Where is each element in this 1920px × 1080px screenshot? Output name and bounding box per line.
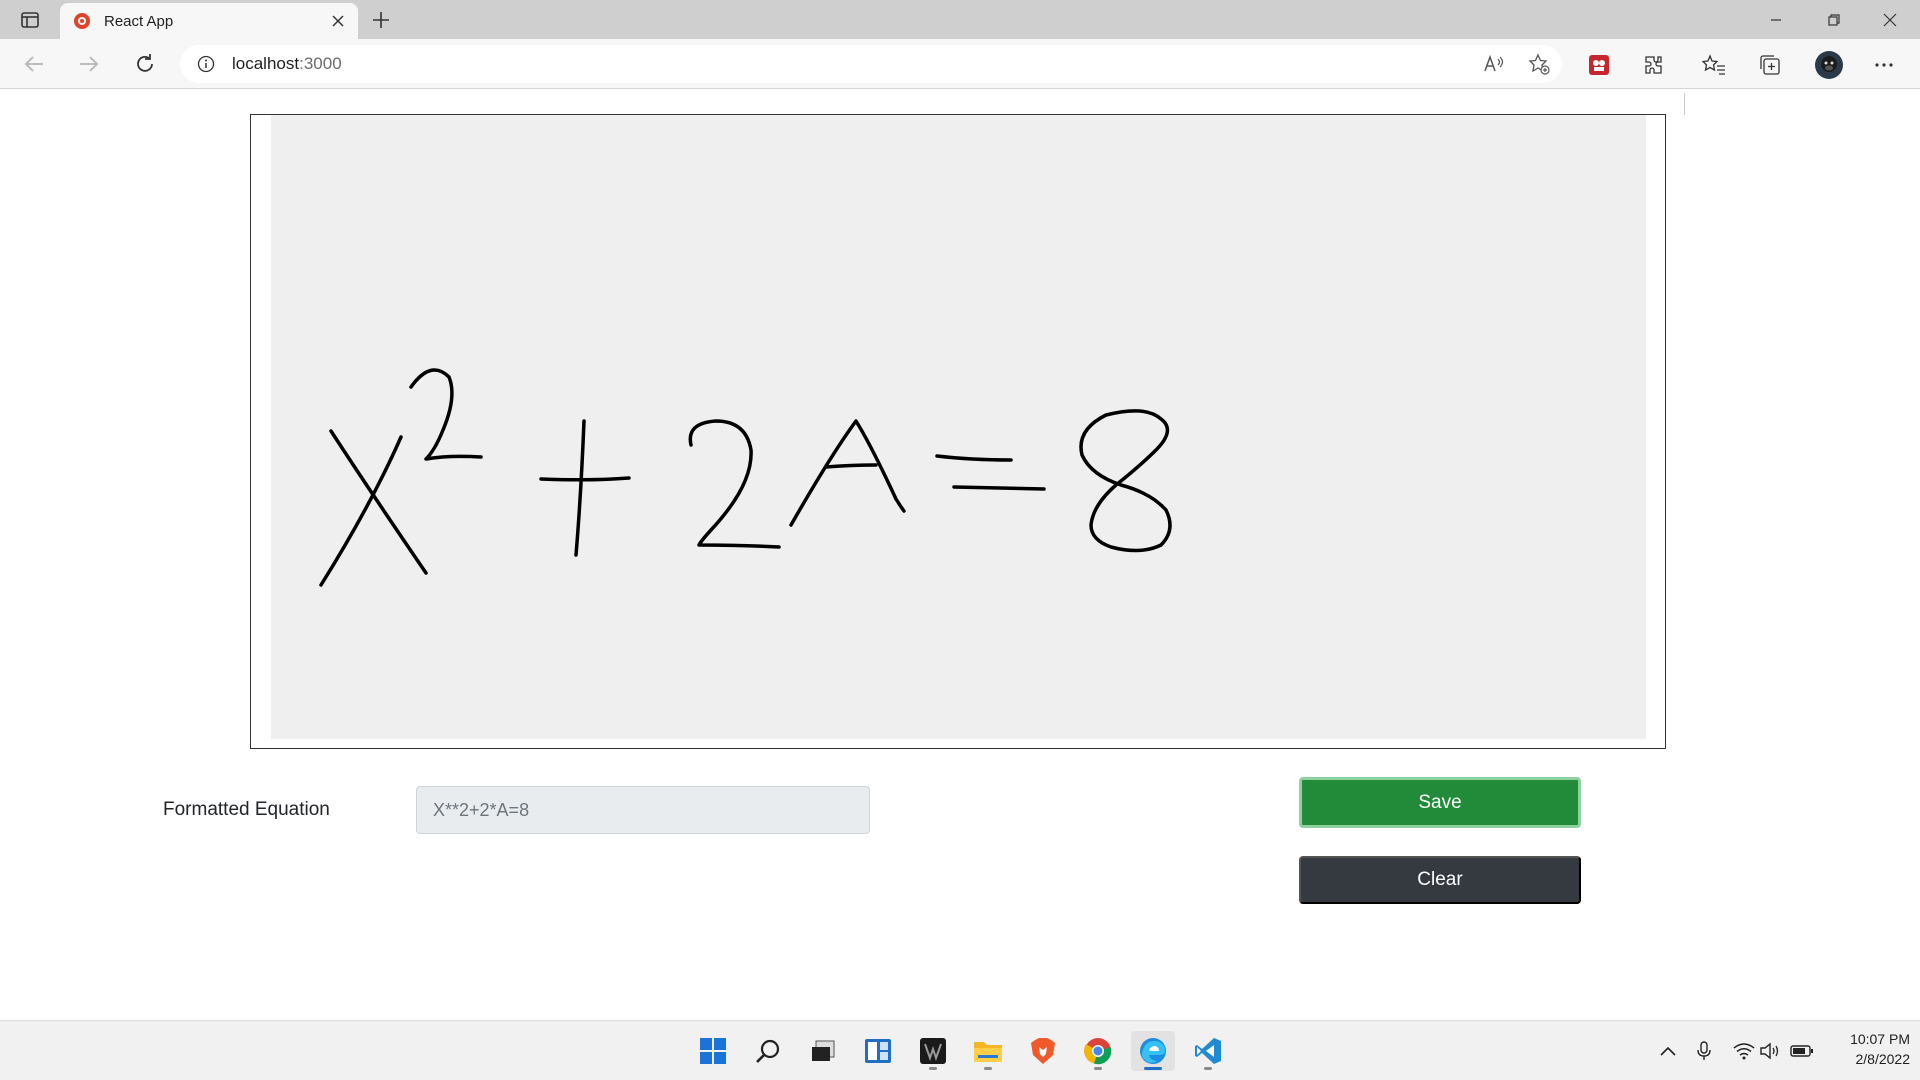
react-favicon-icon: [72, 11, 92, 31]
running-indicator: [929, 1067, 937, 1070]
url-port: :3000: [299, 54, 342, 73]
system-clock[interactable]: 10:07 PM 2/8/2022: [1822, 1029, 1910, 1069]
read-aloud-icon[interactable]: [1482, 52, 1506, 76]
restore-icon[interactable]: [1806, 0, 1862, 39]
plus-icon[interactable]: [366, 5, 396, 35]
windows-taskbar: 10:07 PM 2/8/2022: [0, 1020, 1920, 1080]
collections-icon[interactable]: [1756, 51, 1784, 79]
add-favorite-icon[interactable]: [1527, 52, 1551, 76]
canvas-frame: [250, 114, 1666, 749]
close-window-icon[interactable]: [1862, 0, 1918, 39]
chrome-icon[interactable]: [1076, 1031, 1120, 1071]
volume-icon[interactable]: [1758, 1039, 1782, 1063]
chevron-up-icon[interactable]: [1656, 1039, 1680, 1063]
tab-actions-icon[interactable]: [12, 6, 48, 34]
handwritten-equation: [319, 368, 1172, 587]
running-indicator: [984, 1067, 992, 1070]
running-indicator: [1204, 1067, 1212, 1070]
address-bar[interactable]: localhost:3000: [180, 45, 1562, 83]
brave-icon[interactable]: [1021, 1031, 1065, 1071]
tab-strip: React App: [0, 0, 1920, 39]
extension-red-icon[interactable]: [1585, 51, 1613, 79]
search-icon[interactable]: [746, 1031, 790, 1071]
back-icon[interactable]: [16, 47, 52, 81]
clock-time: 10:07 PM: [1850, 1031, 1910, 1047]
windows-start-icon[interactable]: [691, 1031, 735, 1071]
edge-icon[interactable]: [1131, 1031, 1175, 1071]
clock-date: 2/8/2022: [1855, 1051, 1911, 1067]
extensions-icon[interactable]: [1640, 51, 1668, 79]
forward-icon[interactable]: [71, 47, 107, 81]
running-indicator: [1144, 1067, 1162, 1070]
predator-app-icon[interactable]: [911, 1031, 955, 1071]
tab-title: React App: [104, 12, 174, 30]
info-icon[interactable]: [194, 52, 218, 76]
battery-icon[interactable]: [1790, 1039, 1814, 1063]
task-view-icon[interactable]: [801, 1031, 845, 1071]
profile-avatar-icon[interactable]: [1813, 49, 1845, 81]
browser-toolbar: localhost:3000: [0, 39, 1920, 115]
formatted-equation-label: Formatted Equation: [163, 799, 330, 820]
toolbar-divider: [1684, 93, 1685, 115]
vscode-icon[interactable]: [1186, 1031, 1230, 1071]
save-button[interactable]: Save: [1299, 777, 1581, 828]
widgets-icon[interactable]: [856, 1031, 900, 1071]
drawing-canvas[interactable]: [271, 115, 1646, 739]
close-icon[interactable]: [324, 7, 352, 35]
wifi-icon[interactable]: [1732, 1039, 1756, 1063]
microphone-icon[interactable]: [1692, 1039, 1716, 1063]
browser-tab[interactable]: React App: [60, 3, 358, 39]
clear-button[interactable]: Clear: [1299, 856, 1581, 904]
minimize-icon[interactable]: [1748, 0, 1804, 39]
formatted-equation-field[interactable]: [416, 786, 870, 834]
url-text: localhost:3000: [232, 54, 342, 74]
favorites-icon[interactable]: [1700, 51, 1728, 79]
running-indicator: [1094, 1067, 1102, 1070]
url-host: localhost: [232, 54, 300, 73]
more-icon[interactable]: [1870, 51, 1898, 79]
refresh-icon[interactable]: [127, 47, 163, 81]
file-explorer-icon[interactable]: [966, 1031, 1010, 1071]
